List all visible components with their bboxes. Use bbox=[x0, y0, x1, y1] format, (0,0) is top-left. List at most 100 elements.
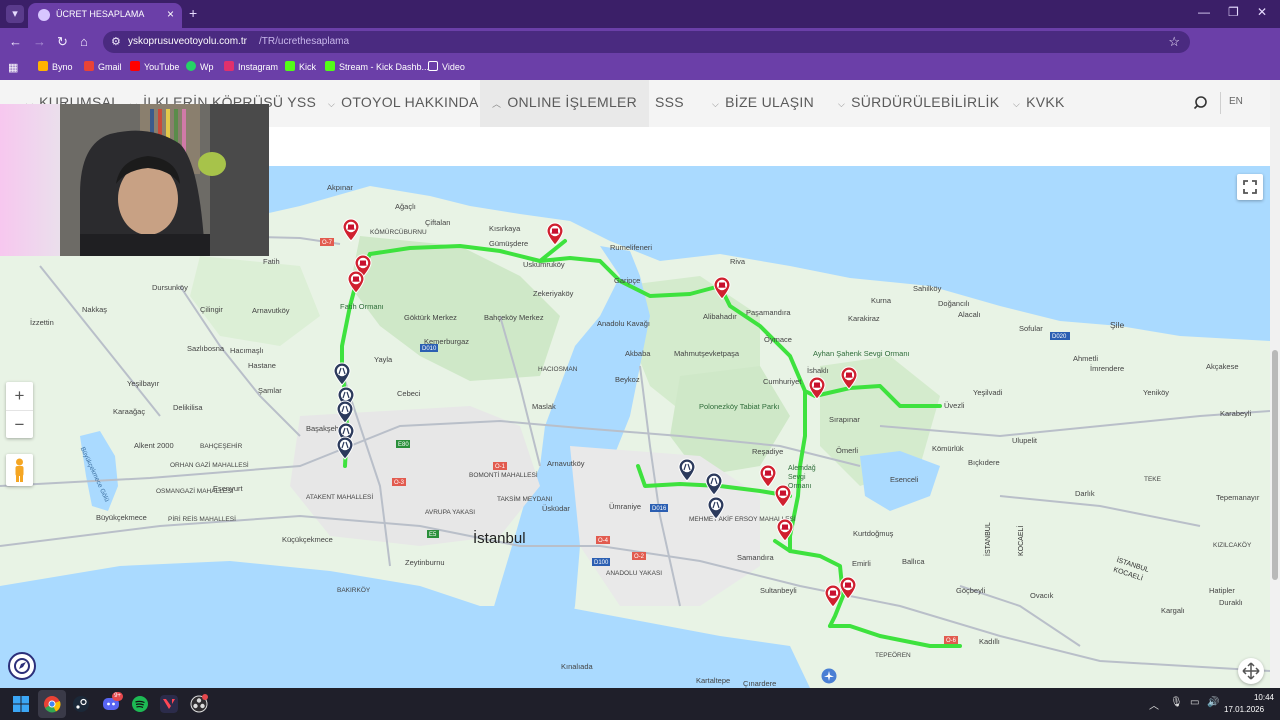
map-label: Nakkaş bbox=[82, 305, 108, 314]
city-label-istanbul: İstanbul bbox=[473, 530, 526, 547]
map-label: Bahçeköy Merkez bbox=[484, 313, 544, 322]
tab-search-button[interactable]: ▾ bbox=[6, 5, 24, 23]
map-label: İzzettin bbox=[30, 318, 54, 327]
forward-arrow-icon[interactable]: → bbox=[33, 34, 46, 49]
nav-bize-ulasin[interactable]: ⌵ BİZE ULAŞIN bbox=[712, 80, 814, 127]
bookmark-byno[interactable]: Byno bbox=[38, 61, 73, 72]
new-tab-button[interactable]: + bbox=[189, 5, 197, 21]
map-label: Sırapınar bbox=[829, 415, 860, 424]
nav-otoyol-hakkinda[interactable]: ⌵ OTOYOL HAKKINDA bbox=[328, 80, 479, 127]
map-label: Yayla bbox=[374, 355, 393, 364]
window-restore-button[interactable]: ❐ bbox=[1228, 5, 1239, 19]
toll-plaza-marker[interactable] bbox=[342, 218, 360, 242]
map-label: Alkent 2000 bbox=[134, 441, 174, 450]
toll-plaza-marker[interactable] bbox=[824, 584, 842, 608]
junction-marker[interactable] bbox=[707, 496, 725, 520]
bookmark-gmail[interactable]: Gmail bbox=[84, 61, 122, 72]
volume-icon[interactable]: 🔊 bbox=[1207, 697, 1219, 708]
site-info-icon[interactable]: ⚙ bbox=[111, 35, 121, 48]
nav-label: SÜRDÜRÜLEBİLİRLİK bbox=[851, 94, 1000, 110]
road-shield-label: D100 bbox=[594, 560, 609, 566]
tab-close-icon[interactable]: × bbox=[167, 7, 174, 21]
map-label: Esenceli bbox=[890, 475, 919, 484]
nav-sss[interactable]: SSS bbox=[655, 80, 684, 127]
toll-plaza-marker[interactable] bbox=[840, 366, 858, 390]
map-logo-badge[interactable] bbox=[8, 652, 36, 680]
nav-surdurulebilirlik[interactable]: ⌵ SÜRDÜRÜLEBİLİRLİK bbox=[838, 80, 999, 127]
reload-icon[interactable]: ↻ bbox=[57, 34, 68, 50]
chevron-up-icon: ︿ bbox=[492, 99, 502, 109]
bookmark-folder-video[interactable]: Video bbox=[428, 61, 465, 72]
window-minimize-button[interactable]: — bbox=[1198, 5, 1210, 19]
map-label: Üsküdar bbox=[542, 504, 570, 513]
map-label: KOCAELİ bbox=[1018, 525, 1025, 556]
zoom-out-button[interactable]: − bbox=[6, 410, 33, 438]
valorant-icon[interactable] bbox=[160, 695, 178, 713]
nav-label: SSS bbox=[655, 94, 684, 110]
street-view-pegman[interactable] bbox=[6, 454, 33, 486]
bookmark-label: Wp bbox=[200, 62, 214, 72]
map-label: Akpınar bbox=[327, 183, 353, 192]
junction-marker[interactable] bbox=[336, 436, 354, 460]
map-label: Alemdağ Sevgi Ormanı bbox=[788, 465, 816, 490]
road-shield-label: O-4 bbox=[598, 538, 609, 544]
browser-tab-active[interactable]: ÜCRET HESAPLAMA × bbox=[28, 3, 182, 28]
map-label: Alibahadır bbox=[703, 312, 737, 321]
back-arrow-icon[interactable]: ← bbox=[9, 34, 22, 49]
bookmark-instagram[interactable]: Instagram bbox=[224, 61, 278, 72]
clock-time[interactable]: 10:44 bbox=[1238, 693, 1274, 702]
microphone-icon[interactable]: 🎙 bbox=[1170, 697, 1183, 708]
junction-marker[interactable] bbox=[705, 472, 723, 496]
junction-marker[interactable] bbox=[678, 458, 696, 482]
instagram-icon bbox=[224, 61, 234, 71]
page-scrollbar[interactable] bbox=[1270, 80, 1280, 688]
folder-icon bbox=[428, 61, 438, 71]
bookmark-star-icon[interactable]: ☆ bbox=[1168, 34, 1180, 50]
junction-marker[interactable] bbox=[336, 400, 354, 424]
language-switch[interactable]: EN bbox=[1229, 96, 1243, 107]
toll-plaza-marker[interactable] bbox=[776, 518, 794, 542]
clock-date[interactable]: 17.01.2026 bbox=[1224, 705, 1264, 714]
chevron-down-icon: ⌵ bbox=[328, 99, 336, 109]
map-label: Sahilköy bbox=[913, 284, 942, 293]
map-label: Arnavutköy bbox=[547, 459, 585, 468]
toll-plaza-marker[interactable] bbox=[808, 376, 826, 400]
road-shield-label: D016 bbox=[652, 506, 667, 512]
map-label: Zekeriyaköy bbox=[533, 289, 574, 298]
map-label: İmrendere bbox=[1090, 364, 1125, 373]
url-host: yskoprusuveotoyolu.com.tr bbox=[128, 36, 247, 47]
toll-plaza-marker[interactable] bbox=[774, 484, 792, 508]
address-bar[interactable]: ⚙ yskoprusuveotoyolu.com.tr /TR/ucrethes… bbox=[103, 31, 1190, 53]
map-label: Ayhan Şahenk Sevgi Ormanı bbox=[813, 349, 910, 358]
network-icon[interactable]: ▭ bbox=[1190, 697, 1199, 708]
nav-online-islemler[interactable]: ︿ ONLINE İŞLEMLER bbox=[480, 80, 650, 127]
zoom-in-button[interactable]: + bbox=[6, 382, 33, 410]
home-icon[interactable]: ⌂ bbox=[80, 34, 88, 49]
toll-plaza-marker[interactable] bbox=[546, 222, 564, 246]
airport-icon bbox=[821, 668, 837, 684]
steam-icon[interactable] bbox=[72, 695, 90, 713]
window-close-button[interactable]: ✕ bbox=[1257, 5, 1267, 19]
toll-plaza-marker[interactable] bbox=[713, 276, 731, 300]
map-label: Polonezköy Tabiat Parkı bbox=[699, 402, 780, 411]
bookmark-wp[interactable]: Wp bbox=[186, 61, 214, 72]
windows-start-icon[interactable] bbox=[12, 695, 30, 713]
camera-control-button[interactable] bbox=[1238, 658, 1264, 684]
search-icon[interactable] bbox=[1193, 94, 1211, 112]
bookmark-kick[interactable]: Kick bbox=[285, 61, 316, 72]
chrome-icon[interactable] bbox=[43, 695, 61, 713]
bookmark-kick-dashboard[interactable]: Stream - Kick Dashb... bbox=[325, 61, 429, 72]
nav-label: ONLINE İŞLEMLER bbox=[507, 94, 638, 110]
spotify-icon[interactable] bbox=[131, 695, 149, 713]
junction-marker[interactable] bbox=[333, 362, 351, 386]
nav-kvkk[interactable]: ⌵ KVKK bbox=[1013, 80, 1065, 127]
bookmark-youtube[interactable]: YouTube bbox=[130, 61, 179, 72]
scrollbar-thumb[interactable] bbox=[1272, 350, 1278, 580]
kick-icon bbox=[285, 61, 295, 71]
apps-grid-icon[interactable]: ▦ bbox=[8, 61, 18, 74]
tray-overflow-icon[interactable]: ︿ bbox=[1149, 697, 1159, 712]
toll-plaza-marker[interactable] bbox=[347, 270, 365, 294]
map-label: Uskumruköy bbox=[523, 260, 565, 269]
fullscreen-button[interactable] bbox=[1237, 174, 1263, 200]
map-label: TAKSİM MEYDANI bbox=[497, 496, 553, 503]
